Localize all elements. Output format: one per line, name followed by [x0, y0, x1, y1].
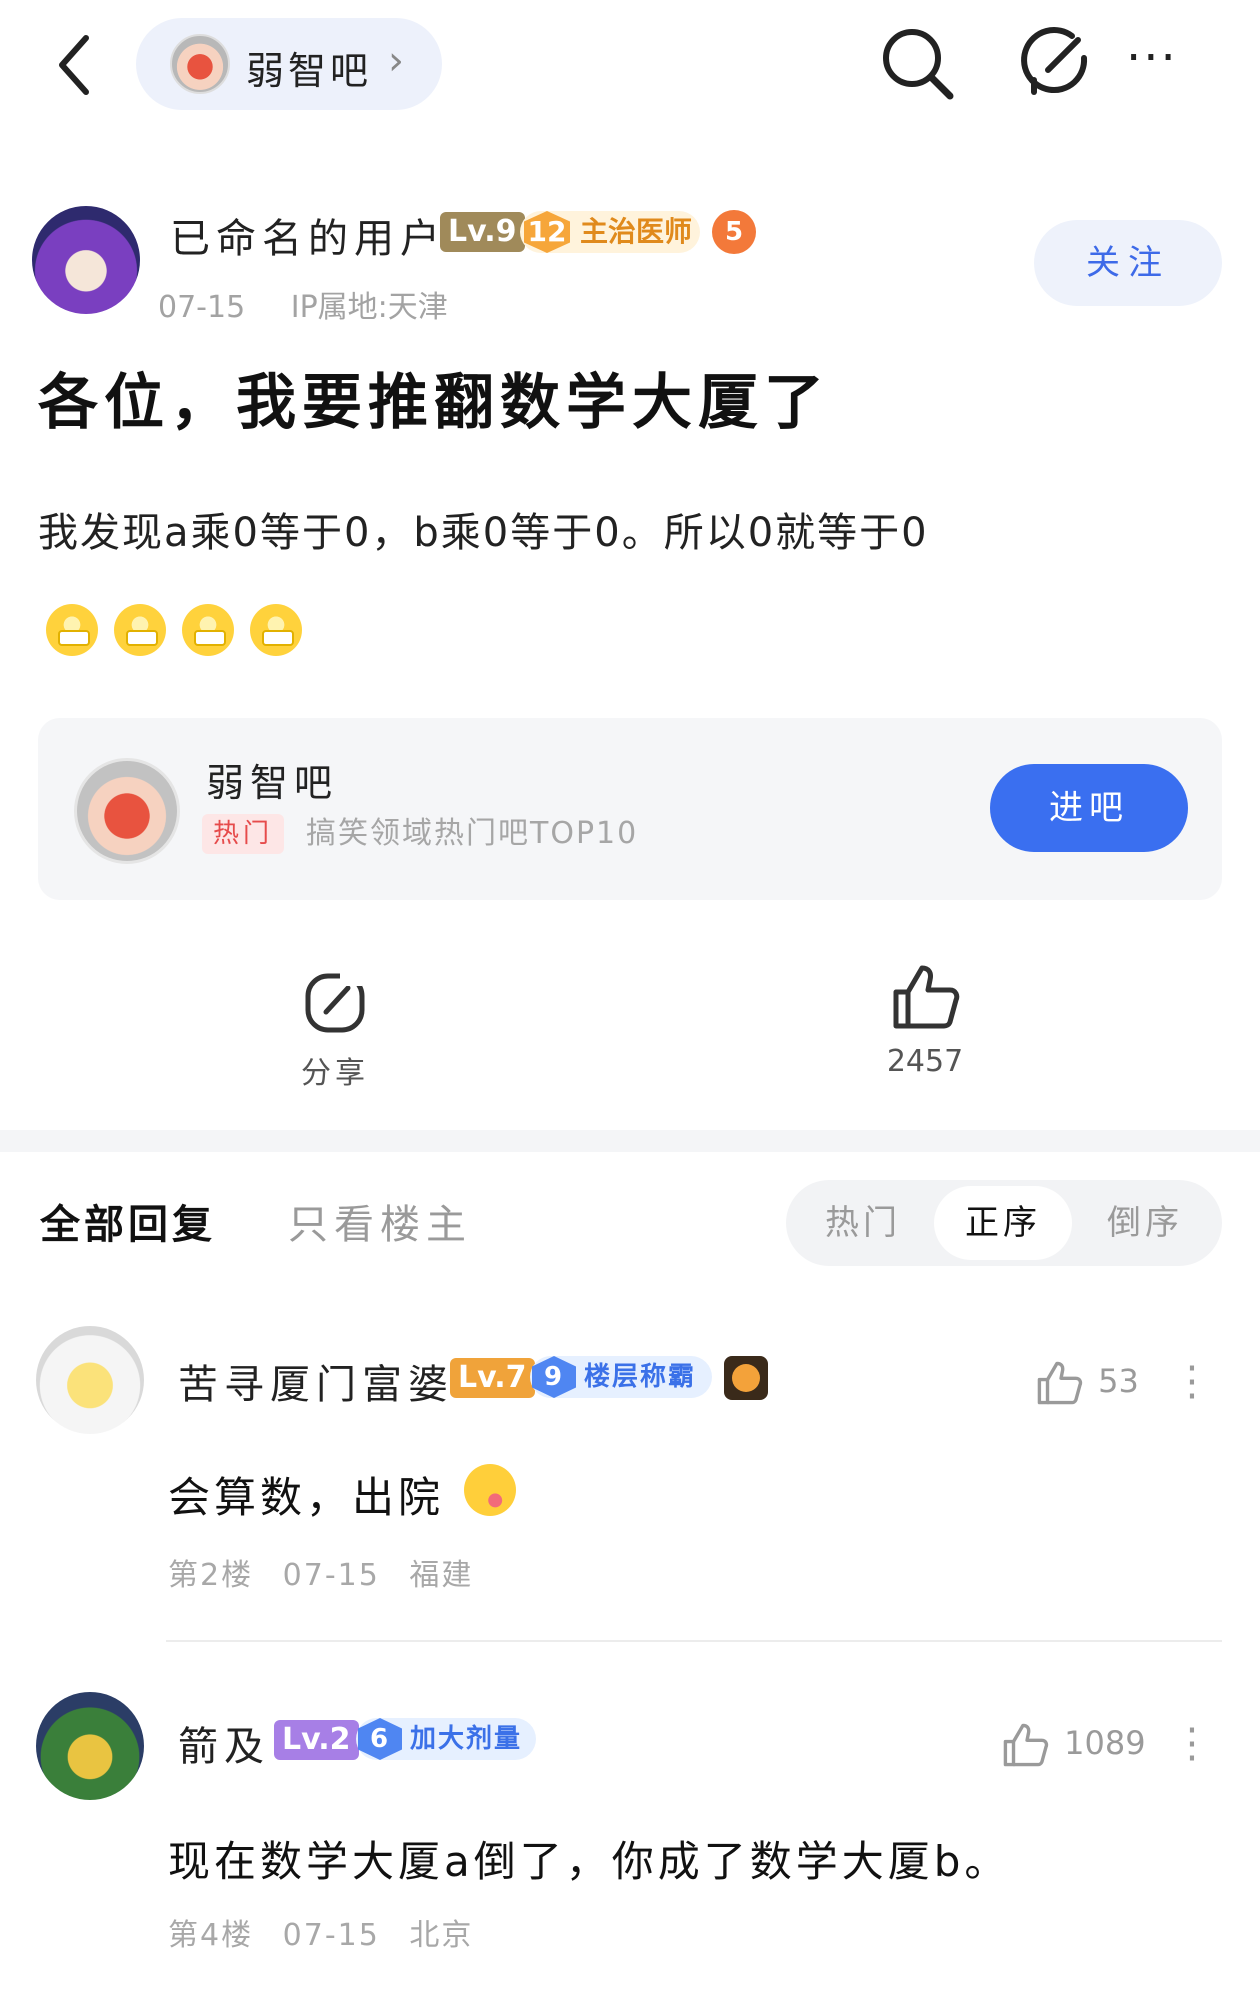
comment-like-count: 53 — [1098, 1362, 1139, 1400]
enter-forum-button[interactable]: 进吧 — [990, 764, 1188, 852]
author-medal-icon: 5 — [712, 210, 756, 254]
forum-card-name: 弱智吧 — [206, 761, 339, 805]
post-body: 我发现a乘0等于0，b乘0等于0。所以0就等于0 — [38, 510, 929, 556]
top-bar: 弱智吧 › ··· — [0, 0, 1260, 130]
commenter-title-badge: 6 加大剂量 — [356, 1718, 536, 1760]
title-text: 加大剂量 — [410, 1724, 523, 1754]
commenter-avatar[interactable] — [36, 1692, 144, 1800]
chevron-left-icon — [59, 35, 89, 95]
forum-card-description: 搞笑领域热门吧TOP10 — [306, 816, 639, 851]
forum-card[interactable]: 弱智吧 热门 搞笑领域热门吧TOP10 进吧 — [38, 718, 1222, 900]
yum-emoji-icon — [464, 1464, 516, 1516]
post-title: 各位，我要推翻数学大厦了 — [38, 368, 830, 438]
comment-divider — [166, 1640, 1222, 1642]
thumbs-up-icon — [1037, 1361, 1083, 1405]
follow-button[interactable]: 关注 — [1034, 220, 1222, 306]
commenter-level-badge: Lv.7 — [450, 1358, 535, 1398]
author-avatar[interactable] — [32, 206, 140, 314]
forum-name: 弱智吧 — [246, 49, 373, 93]
comment-date: 07-15 — [282, 1918, 380, 1953]
comment-location: 福建 — [409, 1558, 474, 1593]
tab-op-only[interactable]: 只看楼主 — [288, 1192, 472, 1250]
comment-text: 会算数，出院 — [168, 1473, 445, 1522]
comment-meta: 第2楼 07-15 福建 — [168, 1550, 491, 1594]
title-number: 6 — [358, 1718, 402, 1760]
rank-number: 12 — [524, 211, 570, 253]
sort-descending[interactable]: 倒序 — [1076, 1186, 1214, 1260]
author-name[interactable]: 已命名的用户 — [170, 206, 446, 264]
author-rank-badge: 12 主治医师 — [520, 211, 700, 253]
like-button[interactable]: 2457 — [870, 960, 980, 1079]
hot-tag: 热门 — [202, 814, 284, 854]
title-number: 9 — [532, 1356, 576, 1398]
comment-like-button[interactable]: 1089 — [1000, 1720, 1146, 1770]
share-icon — [305, 968, 365, 1033]
floor-number: 第2楼 — [168, 1558, 254, 1593]
comment-location: 北京 — [409, 1918, 474, 1953]
comment-like-count: 1089 — [1064, 1724, 1146, 1762]
title-text: 楼层称霸 — [584, 1362, 697, 1392]
forum-pill[interactable]: 弱智吧 › — [136, 18, 442, 110]
sort-ascending[interactable]: 正序 — [934, 1186, 1072, 1260]
share-label: 分享 — [301, 1056, 369, 1091]
commenter-name[interactable]: 苦寻厦门富婆 — [178, 1352, 454, 1410]
ip-location: IP属地:天津 — [290, 290, 448, 325]
edit-icon — [1021, 27, 1088, 95]
sort-toggle: 热门 正序 倒序 — [786, 1180, 1222, 1266]
comment-more-icon[interactable]: · · · — [1178, 1711, 1206, 1779]
comment-more-icon[interactable]: · · · — [1178, 1349, 1206, 1417]
rank-title: 主治医师 — [580, 215, 693, 248]
commenter-title-badge: 9 楼层称霸 — [530, 1356, 712, 1398]
share-button[interactable]: 分享 — [290, 968, 380, 1092]
section-divider — [0, 1130, 1260, 1152]
comment-date: 07-15 — [282, 1558, 380, 1593]
tab-all-replies[interactable]: 全部回复 — [40, 1192, 216, 1250]
thumbs-up-icon — [893, 965, 960, 1029]
author-level-badge: Lv.9 — [440, 212, 525, 252]
search-icon — [883, 29, 954, 100]
commenter-name[interactable]: 箭及 — [178, 1714, 270, 1772]
post-date: 07-15 — [158, 290, 246, 325]
commenter-avatar[interactable] — [36, 1326, 144, 1434]
commenter-level-badge: Lv.2 — [274, 1720, 359, 1760]
commenter-medal-icon — [724, 1356, 768, 1400]
chevron-right-icon: › — [388, 38, 404, 84]
comment-text: 现在数学大厦a倒了，你成了数学大厦b。 — [168, 1837, 1011, 1886]
masked-face-emoji-icon — [46, 604, 98, 656]
masked-face-emoji-icon — [114, 604, 166, 656]
comment-like-button[interactable]: 53 — [1034, 1358, 1139, 1408]
masked-face-emoji-icon — [182, 604, 234, 656]
emoji-row — [46, 604, 302, 658]
more-options-icon[interactable]: ··· — [1126, 30, 1196, 100]
forum-card-avatar — [74, 758, 180, 864]
back-button[interactable] — [50, 30, 100, 100]
forum-avatar — [170, 34, 230, 94]
edit-button[interactable] — [1014, 24, 1094, 104]
floor-number: 第4楼 — [168, 1918, 254, 1953]
search-button[interactable] — [878, 24, 958, 104]
thumbs-up-icon — [1003, 1723, 1049, 1767]
author-meta: 07-15 IP属地:天津 — [158, 282, 484, 326]
like-count: 2457 — [886, 1044, 964, 1079]
masked-face-emoji-icon — [250, 604, 302, 656]
comment-meta: 第4楼 07-15 北京 — [168, 1910, 491, 1954]
sort-hot[interactable]: 热门 — [794, 1186, 932, 1260]
